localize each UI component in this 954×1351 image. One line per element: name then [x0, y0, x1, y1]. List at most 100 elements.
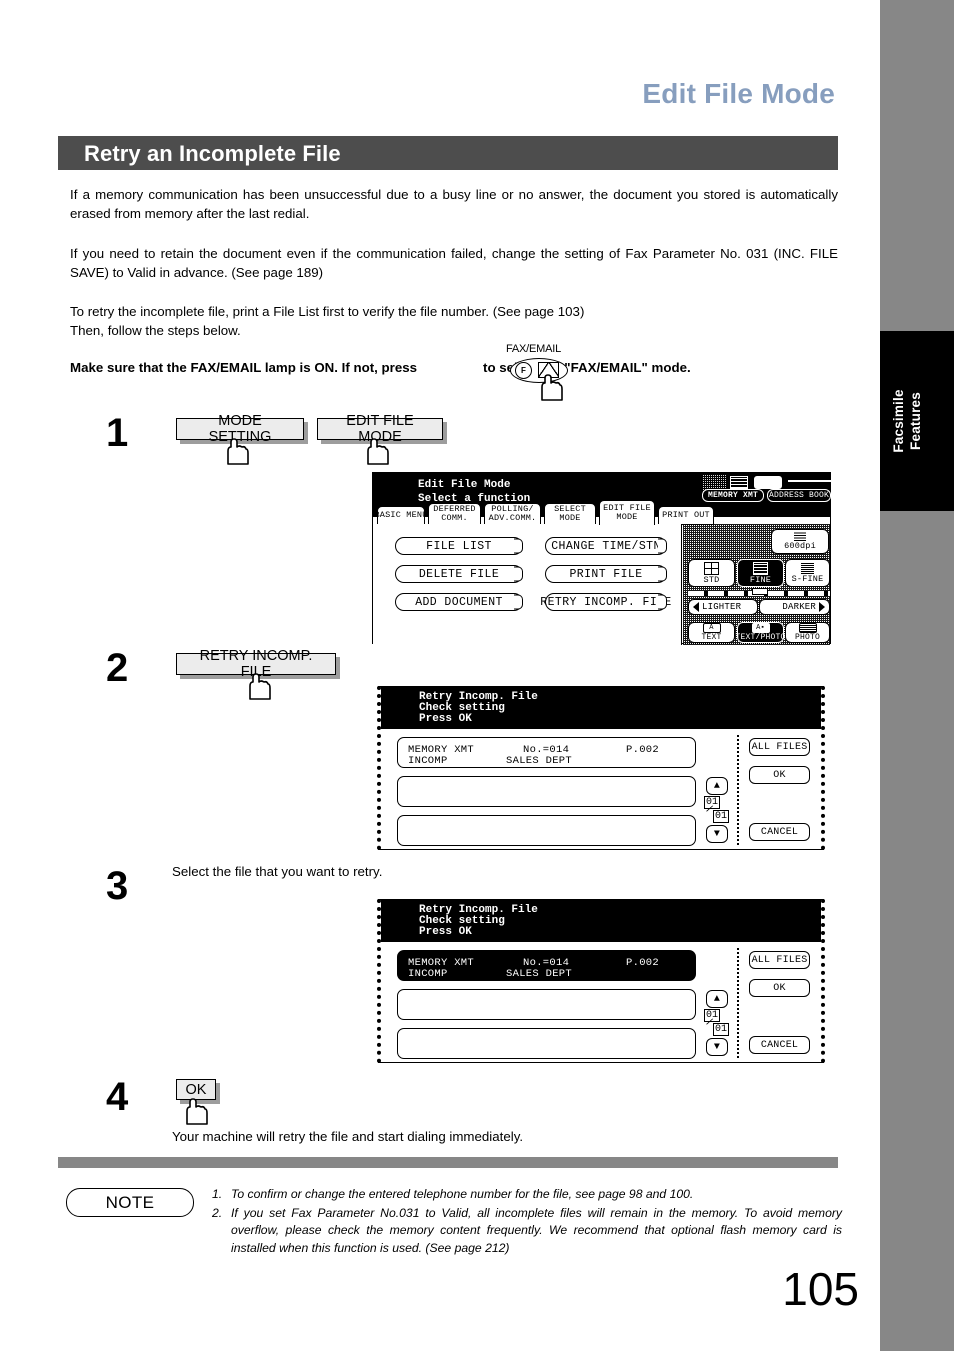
- lcd3-header-line3: Press OK: [419, 926, 472, 938]
- intro-paragraph-3: To retry the incomplete file, print a Fi…: [70, 304, 585, 338]
- softkey-label: DELETE FILE: [418, 567, 500, 581]
- scroll-up-button[interactable]: ▲: [706, 777, 728, 795]
- tab-deferred-comm[interactable]: DEFERRED COMM.: [428, 503, 481, 525]
- resolution-sfine-button[interactable]: S-FINE: [785, 559, 830, 587]
- chevron-right-icon: [658, 594, 667, 610]
- file-row-status: INCOMP: [408, 968, 448, 980]
- sidebar-tab-facsimile-features: Facsimile Features: [880, 331, 954, 511]
- std-label: STD: [703, 574, 720, 585]
- text-label: TEXT: [701, 633, 722, 642]
- chevron-right-icon: [514, 566, 523, 582]
- original-photo-button[interactable]: PHOTO: [785, 622, 830, 643]
- contrast-lighter-button[interactable]: LIGHTER: [688, 599, 758, 615]
- make-sure-line: Make sure that the FAX/EMAIL lamp is ON.…: [70, 358, 838, 377]
- ok-button[interactable]: OK: [749, 979, 810, 997]
- manual-page: Facsimile Features Edit File Mode Retry …: [0, 0, 954, 1351]
- dpi-label: 600dpi: [784, 541, 816, 551]
- contrast-darker-button[interactable]: DARKER: [759, 599, 830, 615]
- pointing-hand-icon: [181, 1097, 211, 1127]
- pointing-hand-icon: [536, 373, 566, 403]
- note-item-number: 1.: [212, 1187, 223, 1201]
- lcd2-header-line3: Press OK: [419, 713, 472, 725]
- scroll-down-button[interactable]: ▼: [706, 1038, 728, 1056]
- lcd-panel-retry-list-unselected: Retry Incomp. File Check setting Press O…: [377, 686, 825, 850]
- file-row-station: SALES DEPT: [506, 755, 573, 767]
- original-text-button[interactable]: A TEXT: [688, 622, 735, 643]
- tab-basic-menu[interactable]: BASIC MENU: [375, 506, 427, 525]
- file-row-1[interactable]: MEMORY XMT No.=014 P.002 INCOMP SALES DE…: [397, 737, 696, 768]
- note-item-text: If you set Fax Parameter No.031 to Valid…: [231, 1205, 842, 1255]
- softkey-add-document[interactable]: ADD DOCUMENT: [395, 593, 523, 611]
- softkey-delete-file[interactable]: DELETE FILE: [395, 565, 523, 583]
- lcd2-divider: [737, 733, 739, 845]
- contrast-scale-icon: [788, 480, 848, 482]
- section-header-bar: Retry an Incomplete File: [58, 136, 838, 170]
- text-photo-icon: A▪: [751, 623, 770, 633]
- grid-icon: [730, 476, 748, 489]
- softkey-retry-incomp-file[interactable]: RETRY INCOMP. FILE: [540, 593, 671, 611]
- note-list: 1. To confirm or change the entered tele…: [212, 1186, 842, 1258]
- step-4-instruction: Your machine will retry the file and sta…: [172, 1129, 524, 1144]
- file-row-status: INCOMP: [408, 755, 448, 767]
- chevron-right-icon: [658, 538, 667, 554]
- file-row-1-selected[interactable]: MEMORY XMT No.=014 P.002 INCOMP SALES DE…: [397, 950, 696, 981]
- contrast-slider-thumb[interactable]: [752, 588, 768, 595]
- tab-edit-file-mode[interactable]: EDIT FILE MODE: [599, 500, 655, 525]
- note-badge: NOTE: [66, 1188, 194, 1217]
- cancel-button[interactable]: CANCEL: [749, 1036, 810, 1054]
- lcd-panel-edit-file-mode: Edit File Mode Select a function MEMORY …: [372, 472, 848, 645]
- note-item: 2. If you set Fax Parameter No.031 to Va…: [212, 1205, 842, 1258]
- tab-select-mode[interactable]: SELECT MODE: [544, 503, 596, 525]
- page-number: 105: [782, 1263, 859, 1315]
- softkey-print-file[interactable]: PRINT FILE: [545, 565, 667, 583]
- scroll-up-button[interactable]: ▲: [706, 990, 728, 1008]
- resolution-fine-button[interactable]: FINE: [737, 559, 784, 587]
- file-row-2[interactable]: [397, 989, 696, 1020]
- page-indicator: 01 / 01: [704, 1009, 730, 1036]
- fax-email-key-label: FAX/EMAIL: [506, 343, 562, 355]
- text-photo-mini-icon: [754, 476, 782, 489]
- darker-label: DARKER: [782, 602, 816, 612]
- sfine-grid-icon: [801, 562, 814, 574]
- text-photo-label: TEXT/PHOTO: [735, 633, 786, 642]
- address-book-button[interactable]: ADDRESS BOOK: [767, 489, 831, 502]
- cancel-button[interactable]: CANCEL: [749, 823, 810, 841]
- chevron-right-icon: [658, 566, 667, 582]
- note-separator-bar: [58, 1157, 838, 1168]
- file-row-3[interactable]: [397, 1028, 696, 1059]
- ok-button[interactable]: OK: [749, 766, 810, 784]
- file-row-pages: P.002: [626, 957, 660, 969]
- sfine-label: S-FINE: [791, 573, 824, 584]
- note-item: 1. To confirm or change the entered tele…: [212, 1186, 842, 1204]
- page-total: 01: [713, 810, 730, 823]
- softkey-change-time-stn[interactable]: CHANGE TIME/STN: [545, 537, 667, 555]
- page-total: 01: [713, 1023, 730, 1036]
- file-row-3[interactable]: [397, 815, 696, 846]
- resolution-600dpi-indicator[interactable]: 600dpi: [771, 529, 829, 554]
- fine-label: FINE: [749, 574, 772, 585]
- section-title: Retry an Incomplete File: [84, 141, 341, 166]
- softkey-label: PRINT FILE: [569, 567, 643, 581]
- all-files-button[interactable]: ALL FILES: [749, 951, 810, 969]
- sidebar-rail: [880, 0, 954, 1351]
- sidebar-tab-label: Facsimile Features: [891, 389, 923, 453]
- photo-label: PHOTO: [794, 633, 820, 642]
- lcd1-header-line1: Edit File Mode: [418, 479, 511, 491]
- pointing-hand-icon: [222, 437, 252, 467]
- step-3-number: 3: [106, 864, 129, 908]
- original-text-photo-button[interactable]: A▪ TEXT/PHOTO: [735, 622, 786, 643]
- memory-xmt-badge: MEMORY XMT: [702, 489, 764, 502]
- note-item-number: 2.: [212, 1205, 223, 1220]
- tab-polling-adv-comm[interactable]: POLLING/ ADV.COMM.: [484, 503, 541, 525]
- file-row-2[interactable]: [397, 776, 696, 807]
- softkey-file-list[interactable]: FILE LIST: [395, 537, 523, 555]
- make-sure-prefix: Make sure that the FAX/EMAIL lamp is ON.…: [70, 360, 418, 375]
- note-item-text: To confirm or change the entered telepho…: [231, 1187, 694, 1201]
- tab-print-out[interactable]: PRINT OUT: [658, 506, 714, 525]
- chevron-right-icon: [514, 538, 523, 554]
- resolution-std-button[interactable]: STD: [688, 559, 735, 587]
- fine-grid-icon: [753, 561, 768, 575]
- fax-email-key-illustration: FAX/EMAIL F: [498, 343, 590, 401]
- all-files-button[interactable]: ALL FILES: [749, 738, 810, 756]
- scroll-down-button[interactable]: ▼: [706, 825, 728, 843]
